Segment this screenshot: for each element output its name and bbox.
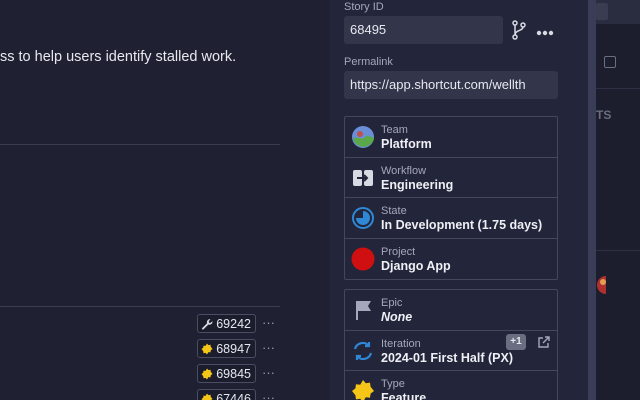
subtask-row[interactable]: 68947 ···	[0, 339, 280, 361]
workflow-label: Workflow	[381, 164, 427, 177]
background-avatar-icon	[596, 273, 615, 297]
section-divider	[0, 144, 280, 145]
epic-flag-icon	[351, 298, 375, 322]
team-label: Team	[381, 124, 408, 136]
subtask-id-pill[interactable]: 69242	[197, 314, 256, 333]
project-label: Project	[381, 245, 416, 258]
team-value: Platform	[381, 137, 432, 151]
more-options-icon[interactable]	[536, 24, 554, 36]
subtask-id-pill[interactable]: 68947	[197, 339, 256, 358]
state-value: In Development (1.75 days)	[381, 218, 543, 232]
type-label: Type	[381, 378, 405, 390]
project-field[interactable]: Project Django App	[345, 239, 557, 280]
story-sidebar: Story ID 68495 Permalink https://app.sho…	[330, 0, 588, 400]
divider	[596, 250, 640, 251]
subtask-row[interactable]: 69845 ···	[0, 364, 280, 386]
subtask-more-icon[interactable]: ···	[262, 340, 275, 355]
feature-star-icon	[201, 343, 213, 355]
iteration-cycle-icon	[351, 339, 375, 363]
iteration-value: 2024-01 First Half (PX)	[381, 350, 513, 365]
section-divider	[0, 306, 280, 307]
panel-scrollbar[interactable]	[588, 0, 596, 400]
state-field[interactable]: State In Development (1.75 days)	[345, 198, 557, 239]
subtask-more-icon[interactable]: ···	[262, 315, 275, 330]
iteration-field[interactable]: Iteration 2024-01 First Half (PX) +1	[345, 331, 557, 371]
subtask-id: 69242	[216, 316, 251, 331]
subtask-id-pill[interactable]: 69845	[197, 364, 256, 383]
menu-icon[interactable]	[596, 3, 608, 20]
subtask-more-icon[interactable]: ···	[262, 365, 275, 380]
project-value: Django App	[381, 258, 451, 273]
subtask-id-pill[interactable]: 67446	[197, 389, 256, 400]
wrench-icon	[201, 318, 213, 330]
project-color-icon	[351, 247, 375, 271]
iteration-count-badge[interactable]: +1	[506, 333, 526, 350]
workflow-icon	[351, 166, 375, 190]
subtask-row[interactable]: 67446 ···	[0, 389, 280, 400]
state-in-progress-icon	[351, 206, 375, 230]
story-attributes-group: Team Platform Workflow Engineering State…	[344, 116, 558, 280]
workflow-field[interactable]: Workflow Engineering	[345, 158, 557, 198]
subtask-more-icon[interactable]: ···	[262, 390, 275, 400]
divider	[596, 88, 640, 89]
feature-star-icon	[201, 368, 213, 380]
workflow-value: Engineering	[381, 177, 454, 192]
epic-field[interactable]: Epic None	[345, 290, 557, 331]
team-field[interactable]: Team Platform	[345, 117, 557, 158]
state-label: State	[381, 205, 407, 217]
story-description: ss to help users identify stalled work.	[0, 49, 237, 65]
background-panel: TS	[596, 0, 640, 400]
background-heading-fragment: TS	[596, 108, 612, 122]
feature-star-icon	[201, 393, 213, 400]
permalink-label: Permalink	[344, 56, 393, 68]
subtask-id: 68947	[216, 341, 251, 356]
git-branch-icon[interactable]	[512, 20, 526, 40]
type-field[interactable]: Type Feature	[345, 371, 557, 400]
checkbox[interactable]	[604, 56, 616, 68]
type-value: Feature	[381, 391, 427, 400]
epic-value: None	[381, 310, 413, 324]
permalink-field[interactable]: https://app.shortcut.com/wellth	[344, 71, 558, 99]
epic-label: Epic	[381, 297, 403, 309]
feature-type-icon	[351, 379, 375, 400]
team-avatar-icon	[351, 125, 375, 149]
subtask-row[interactable]: 69242 ···	[0, 314, 280, 336]
subtask-id: 69845	[216, 366, 251, 381]
iteration-label: Iteration	[381, 337, 421, 350]
story-planning-group: Epic None Iteration 2024-01 First Half (…	[344, 289, 558, 400]
story-id-field[interactable]: 68495	[344, 16, 503, 44]
subtask-id: 67446	[216, 391, 251, 400]
story-id-label: Story ID	[344, 1, 384, 13]
story-main: ss to help users identify stalled work. …	[0, 0, 330, 400]
external-link-icon[interactable]	[537, 335, 550, 349]
